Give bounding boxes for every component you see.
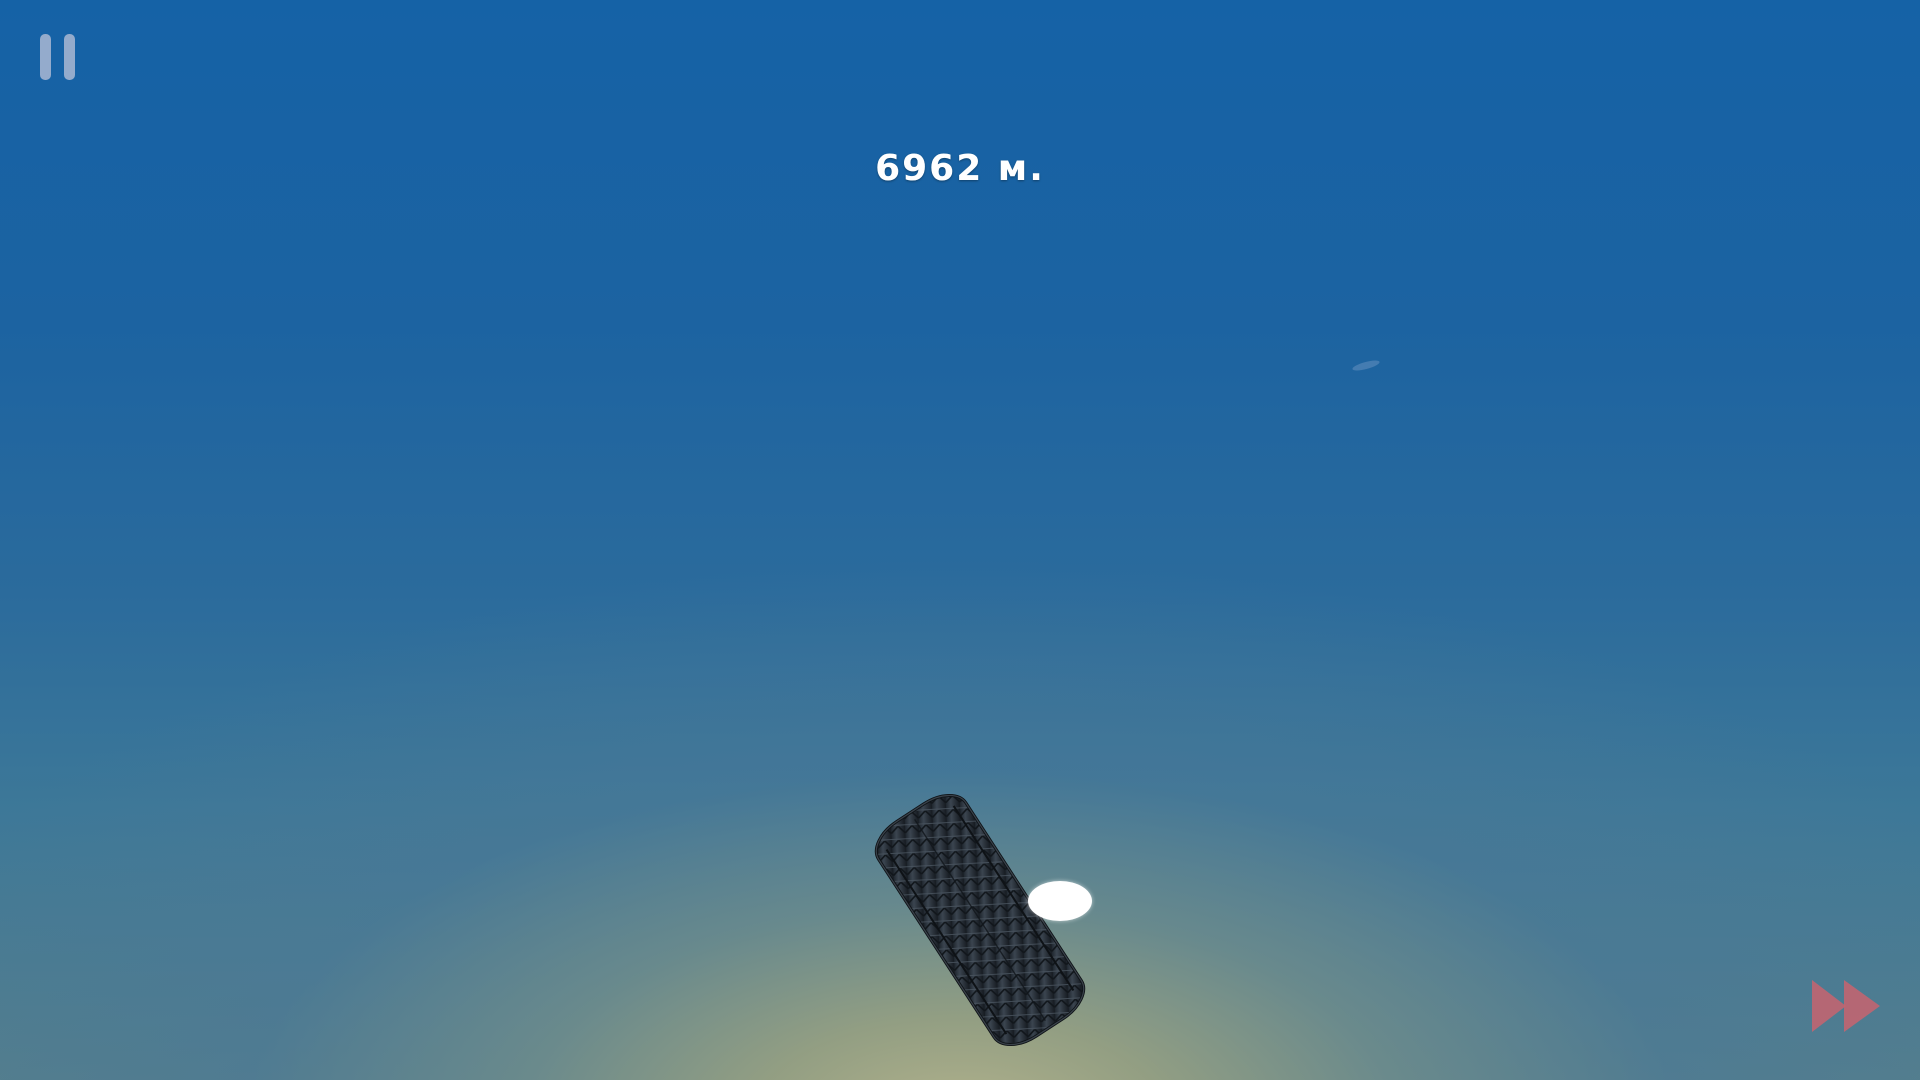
fast-forward-button[interactable] [1808, 976, 1888, 1036]
distant-object [1351, 358, 1381, 373]
fast-forward-icon [1812, 980, 1880, 1032]
pause-icon-bar-left [40, 34, 51, 80]
ball [1028, 881, 1092, 921]
pause-button[interactable] [38, 34, 78, 82]
distance-counter: 6962 м. [875, 148, 1045, 189]
pause-icon-bar-right [64, 34, 75, 80]
game-scene[interactable]: 6962 м. [0, 0, 1920, 1080]
